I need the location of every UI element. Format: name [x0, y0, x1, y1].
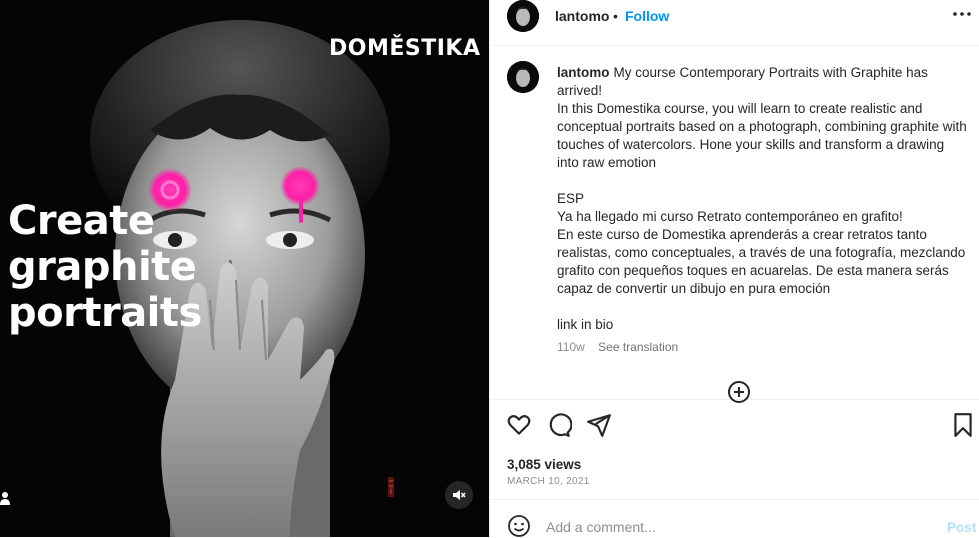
avatar[interactable] — [507, 61, 539, 93]
artist-signature-icon — [388, 477, 394, 497]
avatar-image — [507, 0, 539, 32]
follow-button[interactable]: Follow — [625, 8, 669, 24]
avatar[interactable] — [507, 0, 539, 32]
caption-username-link[interactable]: lantomo — [557, 65, 610, 80]
post-age: 110w — [557, 340, 585, 354]
mute-button[interactable] — [445, 481, 473, 509]
avatar-image — [507, 61, 539, 93]
views-count[interactable]: 3,085 views — [507, 457, 581, 472]
more-horizontal-icon[interactable] — [950, 2, 974, 26]
caption-meta: 110w See translation — [557, 340, 688, 354]
bookmark-icon[interactable] — [950, 412, 976, 438]
brand-logo: DOMĚSTIKA — [329, 36, 481, 61]
headline-line: Create — [8, 198, 155, 244]
post-date[interactable]: MARCH 10, 2021 — [507, 476, 590, 487]
user-icon[interactable] — [0, 490, 14, 506]
emoji-icon[interactable] — [507, 514, 531, 538]
caption-first-line: lantomo My course Contemporary Portraits … — [557, 64, 967, 100]
post-comment-button[interactable]: Post — [947, 520, 976, 535]
caption-es-title: Ya ha llegado mi curso Retrato contempor… — [557, 209, 903, 224]
separator-dot: • — [613, 8, 618, 24]
headline-line: portraits — [8, 290, 202, 336]
post-media[interactable]: DOMĚSTIKA Create graphite portraits — [0, 0, 489, 537]
comment-input[interactable] — [546, 519, 926, 535]
post-header: lantomo • Follow — [490, 0, 979, 46]
heart-icon[interactable] — [506, 412, 532, 438]
caption-paragraph-es: En este curso de Domestika aprenderás a … — [557, 227, 966, 296]
caption-lang-tag: ESP — [557, 191, 585, 206]
username-link[interactable]: lantomo — [555, 8, 609, 24]
media-headline: Create graphite portraits — [8, 198, 202, 336]
post-details-panel: lantomo • Follow lantomo My course Contem… — [489, 0, 979, 537]
share-icon[interactable] — [586, 412, 612, 438]
caption-link-line: link in bio — [557, 317, 614, 332]
comment-icon[interactable] — [546, 412, 572, 438]
caption-section: lantomo My course Contemporary Portraits … — [490, 46, 979, 403]
caption-text: lantomo My course Contemporary Portraits … — [557, 64, 967, 334]
speaker-muted-icon — [453, 490, 466, 500]
caption-paragraph-en: In this Domestika course, you will learn… — [557, 101, 967, 170]
action-bar — [490, 400, 979, 450]
comment-bar: Post — [490, 499, 979, 538]
headline-line: graphite — [8, 244, 197, 290]
caption-title: My course Contemporary Portraits with Gr… — [557, 65, 928, 98]
see-translation-button[interactable]: See translation — [598, 340, 678, 354]
